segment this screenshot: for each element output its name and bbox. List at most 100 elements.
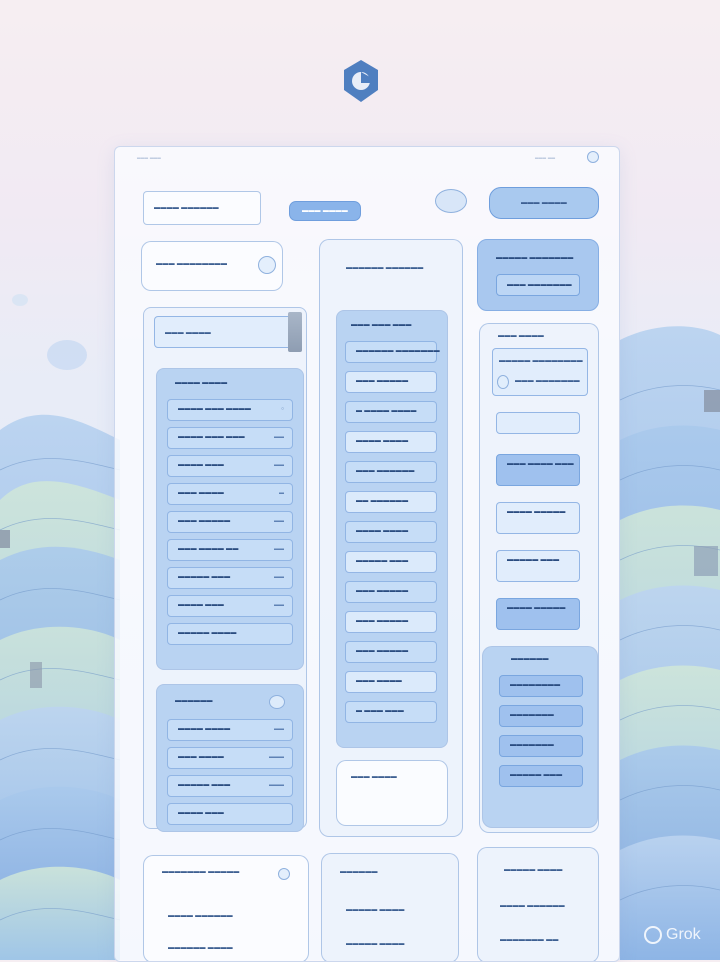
watermark-icon xyxy=(644,926,662,944)
bottom-middle-item: ▬▬▬▬▬ ▬▬▬▬ xyxy=(346,941,405,947)
refresh-icon[interactable] xyxy=(269,695,285,709)
search-icon[interactable] xyxy=(258,256,276,274)
middle-list-item[interactable]: ▬▬▬ ▬▬▬▬▬ xyxy=(345,611,437,633)
left-list-item[interactable]: ▬▬▬▬ ▬▬▬ ▬▬ xyxy=(167,455,293,477)
right-lower-item-label: ▬▬▬▬▬▬▬ xyxy=(510,742,555,748)
middle-list-item[interactable]: ▬▬▬ ▬▬▬▬ xyxy=(345,671,437,693)
middle-list-item[interactable]: ▬▬▬▬▬ ▬▬▬ xyxy=(345,551,437,573)
left-list-header: ▬▬▬▬ ▬▬▬▬ xyxy=(175,380,228,386)
right-lower-item[interactable]: ▬▬▬▬▬▬▬▬ xyxy=(499,675,583,697)
left-list-item[interactable]: ▬▬▬▬ ▬▬▬ ▬▬ xyxy=(167,595,293,617)
right-info-title: ▬▬▬ ▬▬▬▬ xyxy=(498,333,545,339)
middle-list-item-label: ▬ ▬▬▬ ▬▬▬ xyxy=(356,708,405,714)
left-list-item-meta: ▬▬ xyxy=(274,518,284,524)
middle-list-item-label: ▬▬▬ ▬▬▬▬▬ xyxy=(356,378,409,384)
left-panel-header: ▬▬▬ ▬▬▬▬▬▬▬▬ xyxy=(141,241,283,291)
left-list-item-label: ▬▬▬▬ ▬▬▬ xyxy=(178,602,225,608)
cloud-icon xyxy=(435,189,467,213)
right-action-pill[interactable]: ▬▬▬ ▬▬▬▬ xyxy=(489,187,599,219)
right-top-card-title: ▬▬▬▬▬ ▬▬▬▬▬▬▬ xyxy=(496,255,574,261)
left-list-item[interactable]: ▬▬▬▬ ▬▬▬ ▬▬▬ ▬▬ xyxy=(167,427,293,449)
left-panel-title: ▬▬▬ ▬▬▬▬▬▬▬▬ xyxy=(156,261,228,267)
middle-list-item[interactable]: ▬▬ ▬▬▬▬▬▬ xyxy=(345,491,437,513)
left-list-item-label: ▬▬▬ ▬▬▬▬ ▬▬ xyxy=(178,546,239,552)
left-list-item[interactable]: ▬▬▬ ▬▬▬▬ ▬▬ ▬▬ xyxy=(167,539,293,561)
left-list-item-label: ▬▬▬▬ ▬▬▬ ▬▬▬▬ xyxy=(178,406,252,412)
left-lower-title: ▬▬▬▬▬▬ xyxy=(175,698,213,704)
right-lower-item[interactable]: ▬▬▬▬▬▬▬ xyxy=(499,735,583,757)
bottom-left-item: ▬▬▬▬▬▬ ▬▬▬▬ xyxy=(168,945,233,951)
bottom-right-item: ▬▬▬▬ ▬▬▬▬▬▬ xyxy=(500,903,565,909)
titlebar-left-text: ═══ ═══ xyxy=(137,156,162,162)
middle-list-item[interactable]: ▬▬▬▬ ▬▬▬▬ xyxy=(345,521,437,543)
left-list-item-meta: ▬▬ xyxy=(274,602,284,608)
left-lower-item-meta: ▬▬▬ xyxy=(269,782,284,788)
left-panel: ▬▬▬ ▬▬▬▬ ▬▬▬▬ ▬▬▬▬ ▬▬▬▬ ▬▬▬ ▬▬▬▬ ○ ▬▬▬▬ ▬▬… xyxy=(143,307,307,832)
right-action-button[interactable]: ▬▬▬▬ ▬▬▬▬▬ xyxy=(496,502,580,534)
window-titlebar: ═══ ═══ ═══ ══ xyxy=(115,147,619,171)
middle-list-header: ▬▬▬ ▬▬▬ ▬▬▬ xyxy=(351,322,412,328)
middle-list-item[interactable]: ▬ ▬▬▬▬ ▬▬▬▬ xyxy=(345,401,437,423)
middle-list-item-label: ▬▬▬▬▬ ▬▬▬ xyxy=(356,558,409,564)
middle-list-item[interactable]: ▬▬▬ ▬▬▬▬▬ xyxy=(345,371,437,393)
left-list-item[interactable]: ▬▬▬▬▬ ▬▬▬▬ xyxy=(167,623,293,645)
left-list-card: ▬▬▬▬ ▬▬▬▬ ▬▬▬▬ ▬▬▬ ▬▬▬▬ ○ ▬▬▬▬ ▬▬▬ ▬▬▬ ▬▬ ▬▬… xyxy=(156,368,304,670)
right-action-button[interactable]: ▬▬▬ ▬▬▬▬ ▬▬▬ xyxy=(496,454,580,486)
search-box[interactable]: ▬▬▬▬ ▬▬▬▬▬▬ xyxy=(143,191,261,225)
right-lower-item[interactable]: ▬▬▬▬▬▬▬ xyxy=(499,705,583,727)
right-action-button-label: ▬▬▬ ▬▬▬▬ ▬▬▬ xyxy=(507,461,574,467)
left-lower-item-label: ▬▬▬▬ ▬▬▬▬ xyxy=(178,726,231,732)
left-subheader-label: ▬▬▬ ▬▬▬▬ xyxy=(165,330,212,336)
left-lower-item[interactable]: ▬▬▬▬ ▬▬▬▬ ▬▬ xyxy=(167,719,293,741)
middle-list-item[interactable]: ▬▬▬ ▬▬▬▬▬▬ xyxy=(345,461,437,483)
titlebar-right-text: ═══ ══ xyxy=(535,156,556,162)
right-action-button[interactable]: ▬▬▬▬▬ ▬▬▬ xyxy=(496,550,580,582)
middle-list-item-label: ▬▬▬ ▬▬▬▬ xyxy=(356,678,403,684)
middle-list-item[interactable]: ▬▬▬▬ ▬▬▬▬ xyxy=(345,431,437,453)
left-lower-item[interactable]: ▬▬▬▬ ▬▬▬ xyxy=(167,803,293,825)
right-lower-item[interactable]: ▬▬▬▬▬ ▬▬▬ xyxy=(499,765,583,787)
bottom-right-item: ▬▬▬▬▬▬▬ ▬▬ xyxy=(500,937,559,943)
left-list-item[interactable]: ▬▬▬▬▬ ▬▬▬ ▬▬ xyxy=(167,567,293,589)
watermark-text: Grok xyxy=(666,926,701,943)
left-list-item[interactable]: ▬▬▬ ▬▬▬▬▬ ▬▬ xyxy=(167,511,293,533)
bottom-middle-card: ▬▬▬▬▬▬ ▬▬▬▬▬ ▬▬▬▬ ▬▬▬▬▬ ▬▬▬▬ xyxy=(321,853,459,961)
left-lower-card: ▬▬▬▬▬▬ ▬▬▬▬ ▬▬▬▬ ▬▬ ▬▬▬ ▬▬▬▬ ▬▬▬ ▬▬▬▬▬ ▬▬▬ ▬▬… xyxy=(156,684,304,832)
right-info-sub: ▬▬▬▬▬ ▬▬▬▬▬▬▬▬ xyxy=(499,358,583,364)
right-action-button[interactable]: ▬▬▬▬ ▬▬▬▬▬ xyxy=(496,598,580,630)
search-placeholder: ▬▬▬▬ ▬▬▬▬▬▬ xyxy=(154,205,219,211)
right-action-button-label: ▬▬▬▬ ▬▬▬▬▬ xyxy=(507,605,566,611)
middle-list-item[interactable]: ▬▬▬▬▬▬ ▬▬▬▬▬▬▬ xyxy=(345,341,440,363)
left-list-item-meta: ○ xyxy=(280,406,284,412)
app-window: ═══ ═══ ═══ ══ ▬▬▬▬ ▬▬▬▬▬▬ ▬▬▬ ▬▬▬▬ ▬▬▬ … xyxy=(114,146,620,962)
window-control-icon[interactable] xyxy=(587,151,599,163)
bottom-right-card: ▬▬▬▬▬ ▬▬▬▬ ▬▬▬▬ ▬▬▬▬▬▬ ▬▬▬▬▬▬▬ ▬▬ xyxy=(477,847,599,961)
middle-footer-box[interactable]: ▬▬▬ ▬▬▬▬ xyxy=(336,760,448,826)
left-scrollbar[interactable] xyxy=(288,312,302,352)
middle-list-item[interactable]: ▬▬▬ ▬▬▬▬▬ xyxy=(345,581,437,603)
primary-button[interactable]: ▬▬▬ ▬▬▬▬ xyxy=(289,201,361,221)
left-lower-item-meta: ▬▬ xyxy=(274,726,284,732)
bottom-middle-title: ▬▬▬▬▬▬ xyxy=(340,869,378,875)
left-lower-item[interactable]: ▬▬▬ ▬▬▬▬ ▬▬▬ xyxy=(167,747,293,769)
middle-list-item-label: ▬▬▬▬ ▬▬▬▬ xyxy=(356,528,409,534)
middle-list-item[interactable]: ▬ ▬▬▬ ▬▬▬ xyxy=(345,701,437,723)
left-list-item-meta: ▬▬ xyxy=(274,462,284,468)
left-lower-item-label: ▬▬▬ ▬▬▬▬ xyxy=(178,754,225,760)
left-lower-item-label: ▬▬▬▬▬ ▬▬▬ xyxy=(178,782,231,788)
bottom-middle-item: ▬▬▬▬▬ ▬▬▬▬ xyxy=(346,907,405,913)
right-top-card-button[interactable]: ▬▬▬ ▬▬▬▬▬▬▬ xyxy=(496,274,580,296)
middle-list-item[interactable]: ▬▬▬ ▬▬▬▬▬ xyxy=(345,641,437,663)
left-lower-item-label: ▬▬▬▬ ▬▬▬ xyxy=(178,810,225,816)
middle-panel-title: ▬▬▬▬▬▬ ▬▬▬▬▬▬ xyxy=(346,265,424,271)
left-list-item-label: ▬▬▬▬ ▬▬▬ xyxy=(178,462,225,468)
middle-list-card: ▬▬▬ ▬▬▬ ▬▬▬ ▬▬▬▬▬▬ ▬▬▬▬▬▬▬ ▬▬▬ ▬▬▬▬▬ ▬ ▬▬▬… xyxy=(336,310,448,748)
left-list-item[interactable]: ▬▬▬ ▬▬▬▬ ▬ xyxy=(167,483,293,505)
middle-list-item-label: ▬▬▬ ▬▬▬▬▬ xyxy=(356,648,409,654)
info-icon xyxy=(497,375,509,389)
left-lower-item[interactable]: ▬▬▬▬▬ ▬▬▬ ▬▬▬ xyxy=(167,775,293,797)
left-list-item[interactable]: ▬▬▬▬ ▬▬▬ ▬▬▬▬ ○ xyxy=(167,399,293,421)
right-divider-row xyxy=(496,412,580,434)
app-logo-icon[interactable] xyxy=(340,58,382,104)
bottom-left-icon[interactable] xyxy=(278,868,290,880)
